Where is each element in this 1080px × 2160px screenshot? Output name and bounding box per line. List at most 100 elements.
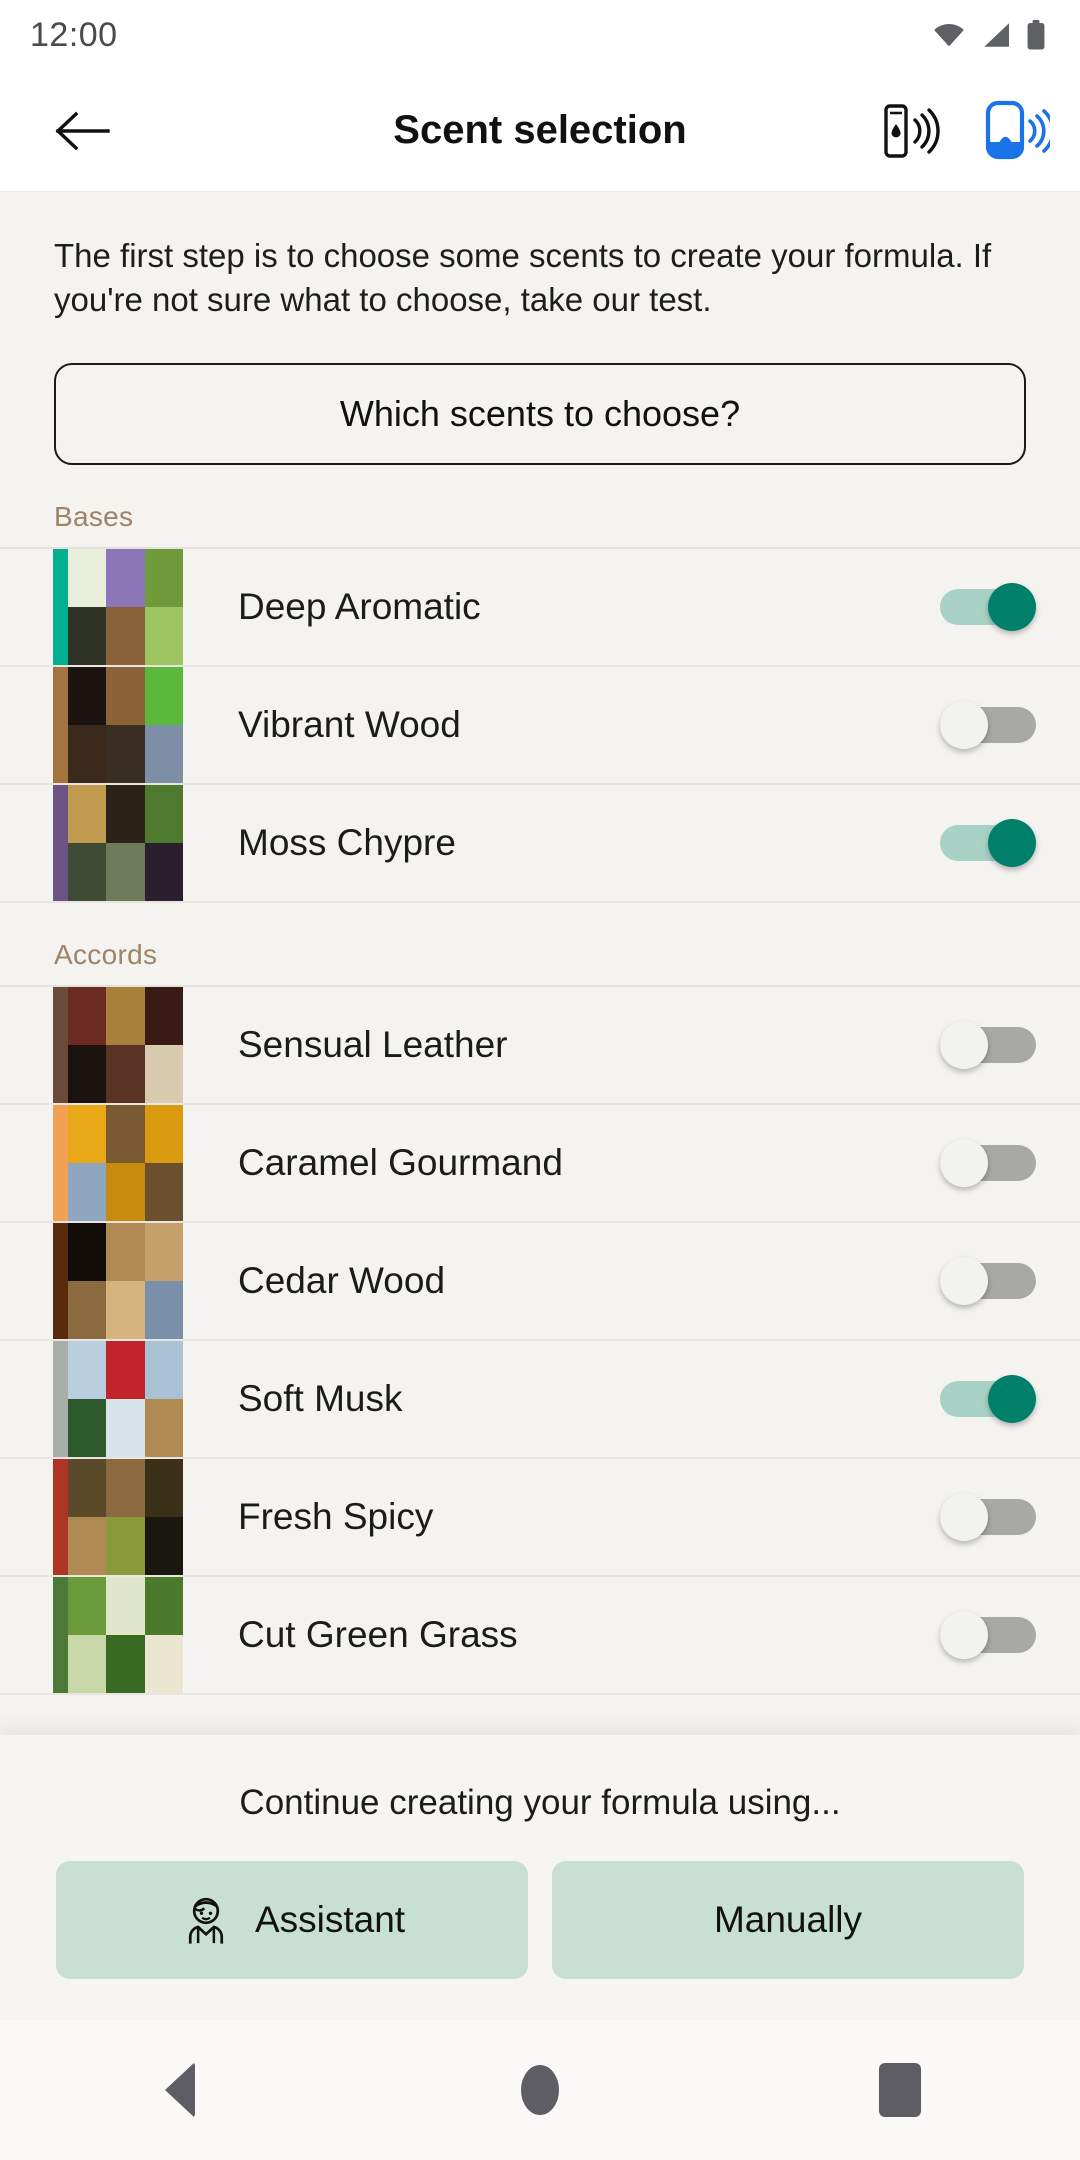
scent-name: Cedar Wood [238, 1260, 446, 1302]
scent-toggle-cell [940, 549, 1080, 665]
toggle-thumb [940, 1021, 988, 1070]
section-title: Bases [54, 501, 134, 533]
app-bar: Scent selection [0, 70, 1080, 192]
which-scents-button[interactable]: Which scents to choose? [54, 363, 1026, 466]
manually-button[interactable]: Manually [552, 1861, 1024, 1979]
nav-home-icon [521, 2065, 559, 2115]
continue-caption: Continue creating your formula using... [239, 1783, 841, 1822]
scent-toggle-cell [940, 1459, 1080, 1575]
scroll-content[interactable]: The first step is to choose some scents … [0, 192, 1080, 1735]
toggle-thumb [988, 819, 1036, 868]
status-time: 12:00 [30, 15, 118, 54]
scent-name: Fresh Spicy [238, 1496, 434, 1538]
assistant-button-label: Assistant [254, 1899, 406, 1940]
status-bar: 12:00 [0, 0, 1080, 70]
scent-thumbnail [68, 1459, 183, 1576]
scent-list: Deep Aromatic Vibrant Wood Moss Chypre [0, 547, 1080, 904]
scent-toggle-cell [940, 1341, 1080, 1457]
nav-back-icon [165, 2062, 195, 2118]
app-bar-actions [872, 92, 1054, 170]
scent-name: Sensual Leather [238, 1024, 508, 1066]
scent-name: Deep Aromatic [238, 586, 481, 628]
scent-toggle[interactable] [940, 819, 1036, 868]
nav-home-button[interactable] [480, 2040, 600, 2140]
wifi-icon [934, 23, 964, 47]
status-icon-group [932, 20, 1046, 50]
scent-sections: Bases Deep Aromatic Vibrant Wood Moss Chypr… [0, 465, 1080, 1696]
scent-toggle-cell [940, 1577, 1080, 1693]
cartridge-nfc-icon [985, 100, 1050, 159]
intro-text: The first step is to choose some scents … [54, 237, 992, 318]
cartridge-nfc-button[interactable] [976, 92, 1054, 170]
scent-accent-bar [53, 1223, 68, 1340]
scent-name: Vibrant Wood [238, 704, 461, 746]
toggle-thumb [940, 1493, 988, 1542]
toggle-thumb [940, 1139, 988, 1188]
scent-row[interactable]: Soft Musk [0, 1341, 1080, 1460]
nav-recents-icon [879, 2063, 921, 2117]
scent-accent-bar [53, 1105, 68, 1222]
phone-screen: 12:00 Scent selection The first step is … [0, 0, 1080, 2160]
back-button[interactable] [44, 93, 120, 169]
scent-accent-bar [53, 1341, 68, 1458]
toggle-thumb [988, 583, 1036, 632]
scent-toggle-cell [940, 1105, 1080, 1221]
scent-name: Moss Chypre [238, 822, 456, 864]
continue-actions: Assistant Manually [0, 1823, 1080, 1979]
toggle-thumb [940, 701, 988, 750]
assistant-person-icon [188, 1897, 224, 1944]
scent-accent-bar [53, 987, 68, 1104]
continue-panel: Continue creating your formula using... … [0, 1735, 1080, 2020]
scent-thumbnail [68, 1105, 183, 1222]
scent-list: Sensual Leather Caramel Gourmand Cedar Woo… [0, 985, 1080, 1696]
nav-back-button[interactable] [120, 2040, 240, 2140]
scent-pen-nfc-icon [884, 103, 940, 158]
scent-row[interactable]: Deep Aromatic [0, 549, 1080, 668]
scent-toggle-cell [940, 785, 1080, 901]
scent-name: Soft Musk [238, 1378, 403, 1420]
scent-row[interactable]: Sensual Leather [0, 987, 1080, 1106]
cellular-signal-icon [984, 23, 1009, 47]
scent-toggle[interactable] [940, 1139, 1036, 1188]
scent-row[interactable]: Cut Green Grass [0, 1577, 1080, 1696]
toggle-thumb [988, 1375, 1036, 1424]
scent-row[interactable]: Vibrant Wood [0, 667, 1080, 786]
toggle-thumb [940, 1611, 988, 1660]
back-arrow-icon [55, 111, 110, 150]
assistant-button[interactable]: Assistant [56, 1861, 528, 1979]
manually-button-label: Manually [713, 1899, 863, 1940]
scent-toggle[interactable] [940, 1021, 1036, 1070]
toggle-thumb [940, 1257, 988, 1306]
scent-accent-bar [53, 785, 68, 902]
section-title: Accords [54, 939, 158, 971]
scent-thumbnail [68, 1577, 183, 1694]
scent-accent-bar [53, 1577, 68, 1694]
scent-pen-nfc-button[interactable] [872, 92, 950, 170]
scent-thumbnail [68, 1341, 183, 1458]
nav-recents-button[interactable] [840, 2040, 960, 2140]
scent-toggle[interactable] [940, 1257, 1036, 1306]
scent-toggle[interactable] [940, 701, 1036, 750]
scent-row[interactable]: Caramel Gourmand [0, 1105, 1080, 1224]
scent-thumbnail [68, 667, 183, 784]
scent-thumbnail [68, 1223, 183, 1340]
android-nav-bar [0, 2020, 1080, 2160]
scent-toggle-cell [940, 667, 1080, 783]
scent-accent-bar [53, 1459, 68, 1576]
scent-accent-bar [53, 667, 68, 784]
scent-toggle-cell [940, 987, 1080, 1103]
scent-thumbnail [68, 987, 183, 1104]
scent-name: Caramel Gourmand [238, 1142, 563, 1184]
scent-name: Cut Green Grass [238, 1614, 518, 1656]
scent-accent-bar [53, 549, 68, 666]
scent-toggle[interactable] [940, 1375, 1036, 1424]
scent-row[interactable]: Fresh Spicy [0, 1459, 1080, 1578]
scent-thumbnail [68, 785, 183, 902]
scent-row[interactable]: Moss Chypre [0, 785, 1080, 904]
scent-toggle[interactable] [940, 1611, 1036, 1660]
scent-row[interactable]: Cedar Wood [0, 1223, 1080, 1342]
scent-toggle-cell [940, 1223, 1080, 1339]
battery-icon [1027, 20, 1045, 50]
scent-toggle[interactable] [940, 583, 1036, 632]
scent-toggle[interactable] [940, 1493, 1036, 1542]
